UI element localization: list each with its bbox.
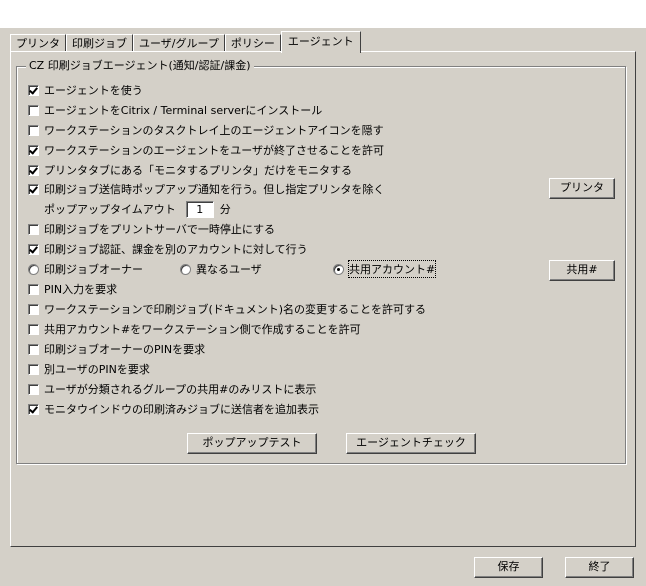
popup-timeout-row: ポップアップタイムアウト 1 分 bbox=[44, 200, 231, 218]
settings-window: プリンタ 印刷ジョブ ユーザ/グループ ポリシー エージェント CZ 印刷ジョブ… bbox=[0, 0, 646, 586]
save-button[interactable]: 保存 bbox=[474, 557, 543, 578]
popup-test-button[interactable]: ポップアップテスト bbox=[187, 433, 317, 454]
checkbox-label: PIN入力を要求 bbox=[44, 283, 118, 296]
tab-print-jobs[interactable]: 印刷ジョブ bbox=[66, 34, 133, 52]
checkbox-label: ユーザが分類されるグループの共用#のみリストに表示 bbox=[44, 383, 317, 396]
radio-circle[interactable] bbox=[180, 263, 191, 275]
checkbox-label: モニタウインドウの印刷済みジョブに送信者を追加表示 bbox=[44, 403, 319, 416]
pause-on-server-checkbox[interactable]: 印刷ジョブをプリントサーバで一時停止にする bbox=[28, 221, 275, 237]
checkbox-label: 印刷ジョブ認証、課金を別のアカウントに対して行う bbox=[44, 243, 308, 256]
tab-agent[interactable]: エージェント bbox=[280, 31, 361, 53]
checkbox-box[interactable] bbox=[28, 363, 39, 375]
checkbox-label: ワークステーションで印刷ジョブ(ドキュメント)名の変更することを許可する bbox=[44, 303, 427, 316]
checkbox-box[interactable] bbox=[28, 124, 39, 136]
checkbox-label: プリンタタブにある「モニタするプリンタ」だけをモニタする bbox=[44, 164, 352, 177]
allow-rename-checkbox[interactable]: ワークステーションで印刷ジョブ(ドキュメント)名の変更することを許可する bbox=[28, 301, 426, 317]
allow-create-shared-checkbox[interactable]: 共用アカウント#をワークステーション側で作成することを許可 bbox=[28, 321, 361, 337]
radio-other-user[interactable]: 異なるユーザ bbox=[180, 261, 262, 277]
popup-timeout-input[interactable]: 1 bbox=[185, 200, 214, 218]
require-owner-pin-checkbox[interactable]: 印刷ジョブオーナーのPINを要求 bbox=[28, 341, 205, 357]
group-shared-only-checkbox[interactable]: ユーザが分類されるグループの共用#のみリストに表示 bbox=[28, 381, 316, 397]
checkbox-label: エージェントをCitrix / Terminal serverにインストール bbox=[44, 104, 323, 117]
printer-button[interactable]: プリンタ bbox=[549, 178, 615, 199]
checkbox-box[interactable] bbox=[28, 403, 39, 415]
title-area bbox=[0, 0, 646, 28]
require-other-pin-checkbox[interactable]: 別ユーザのPINを要求 bbox=[28, 361, 150, 377]
hide-tray-icon-checkbox[interactable]: ワークステーションのタスクトレイ上のエージェントアイコンを隠す bbox=[28, 122, 384, 138]
use-agent-checkbox[interactable]: エージェントを使う bbox=[28, 82, 143, 98]
tab-printer[interactable]: プリンタ bbox=[10, 34, 66, 52]
checkbox-label: 別ユーザのPINを要求 bbox=[44, 363, 150, 376]
agent-check-button[interactable]: エージェントチェック bbox=[346, 433, 476, 454]
shared-account-button[interactable]: 共用# bbox=[549, 260, 615, 281]
allow-user-exit-checkbox[interactable]: ワークステーションのエージェントをユーザが終了させることを許可 bbox=[28, 142, 384, 158]
popup-notify-checkbox[interactable]: 印刷ジョブ送信時ポップアップ通知を行う。但し指定プリンタを除く bbox=[28, 181, 384, 197]
checkbox-box[interactable] bbox=[28, 84, 39, 96]
radio-shared-account[interactable]: 共用アカウント# bbox=[333, 260, 437, 278]
radio-circle[interactable] bbox=[28, 263, 39, 275]
checkbox-box[interactable] bbox=[28, 243, 39, 255]
auth-other-account-checkbox[interactable]: 印刷ジョブ認証、課金を別のアカウントに対して行う bbox=[28, 241, 308, 257]
tab-bar: プリンタ 印刷ジョブ ユーザ/グループ ポリシー エージェント bbox=[10, 30, 361, 53]
radio-label: 共用アカウント# bbox=[347, 260, 437, 278]
checkbox-label: 共用アカウント#をワークステーション側で作成することを許可 bbox=[44, 323, 361, 336]
radio-label: 異なるユーザ bbox=[196, 263, 262, 276]
popup-timeout-label: ポップアップタイムアウト bbox=[44, 203, 176, 216]
checkbox-label: 印刷ジョブオーナーのPINを要求 bbox=[44, 343, 206, 356]
checkbox-label: 印刷ジョブ送信時ポップアップ通知を行う。但し指定プリンタを除く bbox=[44, 183, 385, 196]
checkbox-box[interactable] bbox=[28, 104, 39, 116]
radio-job-owner[interactable]: 印刷ジョブオーナー bbox=[28, 261, 143, 277]
exit-button[interactable]: 終了 bbox=[565, 557, 634, 578]
require-pin-checkbox[interactable]: PIN入力を要求 bbox=[28, 281, 117, 297]
checkbox-label: 印刷ジョブをプリントサーバで一時停止にする bbox=[44, 223, 275, 236]
add-sender-checkbox[interactable]: モニタウインドウの印刷済みジョブに送信者を追加表示 bbox=[28, 401, 319, 417]
group-title: CZ 印刷ジョブエージェント(通知/認証/課金) bbox=[26, 60, 254, 72]
radio-circle[interactable] bbox=[333, 263, 344, 275]
radio-label: 印刷ジョブオーナー bbox=[44, 263, 143, 276]
checkbox-label: ワークステーションのエージェントをユーザが終了させることを許可 bbox=[44, 144, 385, 157]
tab-users-groups[interactable]: ユーザ/グループ bbox=[133, 34, 225, 52]
checkbox-box[interactable] bbox=[28, 183, 39, 195]
checkbox-box[interactable] bbox=[28, 144, 39, 156]
popup-timeout-unit: 分 bbox=[219, 203, 231, 216]
install-citrix-checkbox[interactable]: エージェントをCitrix / Terminal serverにインストール bbox=[28, 102, 322, 118]
checkbox-box[interactable] bbox=[28, 343, 39, 355]
checkbox-box[interactable] bbox=[28, 164, 39, 176]
checkbox-box[interactable] bbox=[28, 383, 39, 395]
checkbox-label: エージェントを使う bbox=[44, 84, 143, 97]
checkbox-box[interactable] bbox=[28, 223, 39, 235]
checkbox-label: ワークステーションのタスクトレイ上のエージェントアイコンを隠す bbox=[44, 124, 384, 137]
checkbox-box[interactable] bbox=[28, 323, 39, 335]
checkbox-box[interactable] bbox=[28, 303, 39, 315]
checkbox-box[interactable] bbox=[28, 283, 39, 295]
tab-policy[interactable]: ポリシー bbox=[224, 34, 281, 52]
monitor-printer-tab-checkbox[interactable]: プリンタタブにある「モニタするプリンタ」だけをモニタする bbox=[28, 162, 352, 178]
